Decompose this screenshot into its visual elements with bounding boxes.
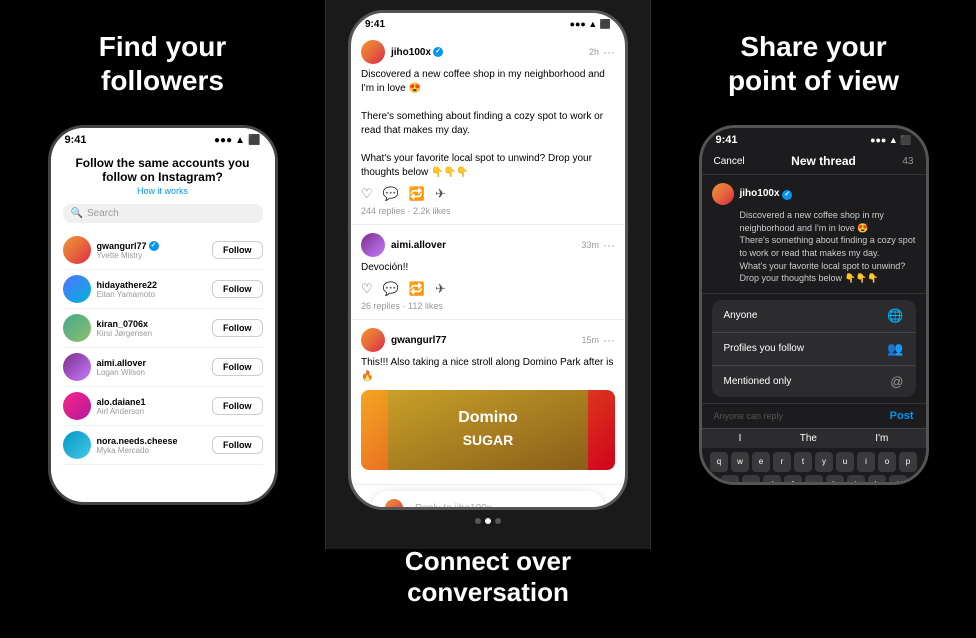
share-icon[interactable]: ✈ [435, 281, 446, 297]
status-bar-right: 9:41 ●●● ▲ ⬛ [702, 128, 926, 148]
left-phone: 9:41 ●●● ▲ ⬛ Follow the same accounts yo… [48, 125, 278, 505]
middle-phone: 9:41 ●●● ▲ ⬛ jiho100x ✓ 2h ··· Discovere… [348, 10, 628, 510]
repost-icon[interactable]: 🔁 [409, 186, 425, 202]
avatar [63, 275, 91, 303]
connect-heading: Connect over conversation [405, 546, 571, 608]
avatar [63, 236, 91, 264]
avatar [361, 40, 385, 64]
follow-button[interactable]: Follow [212, 319, 263, 337]
list-item: gwangurl77 ✓ Yvette Mistry Follow [63, 231, 263, 270]
thread-post-1: jiho100x ✓ 2h ··· Discovered a new coffe… [351, 32, 625, 225]
key-h[interactable]: h [826, 475, 844, 485]
right-phone: 9:41 ●●● ▲ ⬛ Cancel New thread 43 jiho10… [699, 125, 929, 485]
thread-actions: ♡ 💬 🔁 ✈ [361, 186, 615, 202]
thread-post-2: aimi.allover 33m ··· Devoción!! ♡ 💬 🔁 ✈ … [351, 225, 625, 320]
key-o[interactable]: o [878, 452, 896, 472]
key-k[interactable]: k [868, 475, 886, 485]
avatar [63, 431, 91, 459]
middle-panel: 9:41 ●●● ▲ ⬛ jiho100x ✓ 2h ··· Discovere… [325, 0, 651, 549]
follow-button[interactable]: Follow [212, 358, 263, 376]
verified-badge: ✓ [782, 190, 792, 200]
comment-icon[interactable]: 💬 [383, 186, 399, 202]
key-d[interactable]: d [763, 475, 781, 485]
key-w[interactable]: w [731, 452, 749, 472]
thread-actions-2: ♡ 💬 🔁 ✈ [361, 281, 615, 297]
avatar [63, 392, 91, 420]
key-e[interactable]: e [752, 452, 770, 472]
key-q[interactable]: q [710, 452, 728, 472]
svg-text:Domino: Domino [458, 409, 518, 426]
avatar [712, 183, 734, 205]
avatar [385, 499, 403, 510]
anyone-reply-bar: Anyone can reply Post [702, 403, 926, 428]
people-icon: 👥 [887, 341, 903, 357]
key-t[interactable]: t [794, 452, 812, 472]
middle-wrapper: 9:41 ●●● ▲ ⬛ jiho100x ✓ 2h ··· Discovere… [326, 0, 650, 549]
follow-button[interactable]: Follow [212, 241, 263, 259]
key-l[interactable]: l [889, 475, 907, 485]
audience-options: Anyone 🌐 Profiles you follow 👥 Mentioned… [712, 300, 916, 397]
follow-button[interactable]: Follow [212, 436, 263, 454]
comment-icon[interactable]: 💬 [383, 281, 399, 297]
keyboard: q w e r t y u i o p a s d f g h j k l [702, 448, 926, 485]
new-thread-post: jiho100x ✓ Discovered a new coffee shop … [702, 175, 926, 294]
share-icon[interactable]: ✈ [435, 186, 446, 202]
avatar [63, 314, 91, 342]
key-f[interactable]: f [784, 475, 802, 485]
verified-badge: ✓ [149, 241, 159, 251]
search-bar[interactable]: 🔍 Search [63, 204, 263, 223]
thread-image: Domino SUGAR [361, 390, 615, 470]
key-s[interactable]: s [742, 475, 760, 485]
status-icons: ●●● ▲ ⬛ [214, 135, 260, 146]
status-bar-left: 9:41 ●●● ▲ ⬛ [51, 128, 275, 148]
list-item: aimi.allover Logan Wilson Follow [63, 348, 263, 387]
heart-icon[interactable]: ♡ [361, 281, 373, 297]
audience-option-anyone[interactable]: Anyone 🌐 [712, 300, 916, 333]
at-icon: @ [890, 374, 903, 389]
audience-option-follow[interactable]: Profiles you follow 👥 [712, 333, 916, 366]
heart-icon[interactable]: ♡ [361, 186, 373, 202]
thread-post-3: gwangurl77 15m ··· This!!! Also taking a… [351, 320, 625, 485]
dots-indicator [475, 518, 501, 524]
audience-option-mentioned[interactable]: Mentioned only @ [712, 366, 916, 397]
phone-content-left: Follow the same accounts you follow on I… [51, 148, 275, 473]
left-panel: Find your followers 9:41 ●●● ▲ ⬛ Follow … [0, 0, 325, 549]
list-item: alo.daiane1 Airl Anderson Follow [63, 387, 263, 426]
reply-area: Reply to jiho100x... [351, 485, 625, 510]
right-heading: Share your point of view [728, 30, 899, 97]
middle-phone-wrap: 9:41 ●●● ▲ ⬛ jiho100x ✓ 2h ··· Discovere… [348, 0, 628, 510]
verified-badge: ✓ [433, 47, 443, 57]
avatar [63, 353, 91, 381]
post-button[interactable]: Post [890, 410, 914, 422]
repost-icon[interactable]: 🔁 [409, 281, 425, 297]
char-count: 43 [902, 156, 913, 167]
list-item: hidayathere22 Eitan Yamamoto Follow [63, 270, 263, 309]
bottom-section: Connect over conversation [395, 510, 581, 638]
list-item: nora.needs.cheese Myka Mercado Follow [63, 426, 263, 465]
key-i[interactable]: i [857, 452, 875, 472]
follow-button[interactable]: Follow [212, 397, 263, 415]
key-j[interactable]: j [847, 475, 865, 485]
globe-icon: 🌐 [887, 308, 903, 324]
key-y[interactable]: y [815, 452, 833, 472]
key-u[interactable]: u [836, 452, 854, 472]
key-r[interactable]: r [773, 452, 791, 472]
reply-input[interactable]: Reply to jiho100x... [371, 491, 605, 510]
avatar [361, 328, 385, 352]
new-thread-title: New thread [791, 154, 856, 168]
key-a[interactable]: a [721, 475, 739, 485]
svg-text:SUGAR: SUGAR [463, 432, 514, 448]
new-thread-bar: Cancel New thread 43 [702, 148, 926, 175]
keyboard-suggestions: I The I'm [702, 428, 926, 448]
follow-button[interactable]: Follow [212, 280, 263, 298]
key-p[interactable]: p [899, 452, 917, 472]
avatar [361, 233, 385, 257]
right-panel: Share your point of view 9:41 ●●● ▲ ⬛ Ca… [651, 0, 976, 549]
list-item: kiran_0706x Kirsi Jørgensen Follow [63, 309, 263, 348]
left-heading: Find your followers [99, 30, 227, 97]
cancel-button[interactable]: Cancel [714, 156, 745, 167]
key-g[interactable]: g [805, 475, 823, 485]
status-bar-middle: 9:41 ●●● ▲ ⬛ [351, 13, 625, 32]
search-icon: 🔍 [71, 208, 83, 219]
